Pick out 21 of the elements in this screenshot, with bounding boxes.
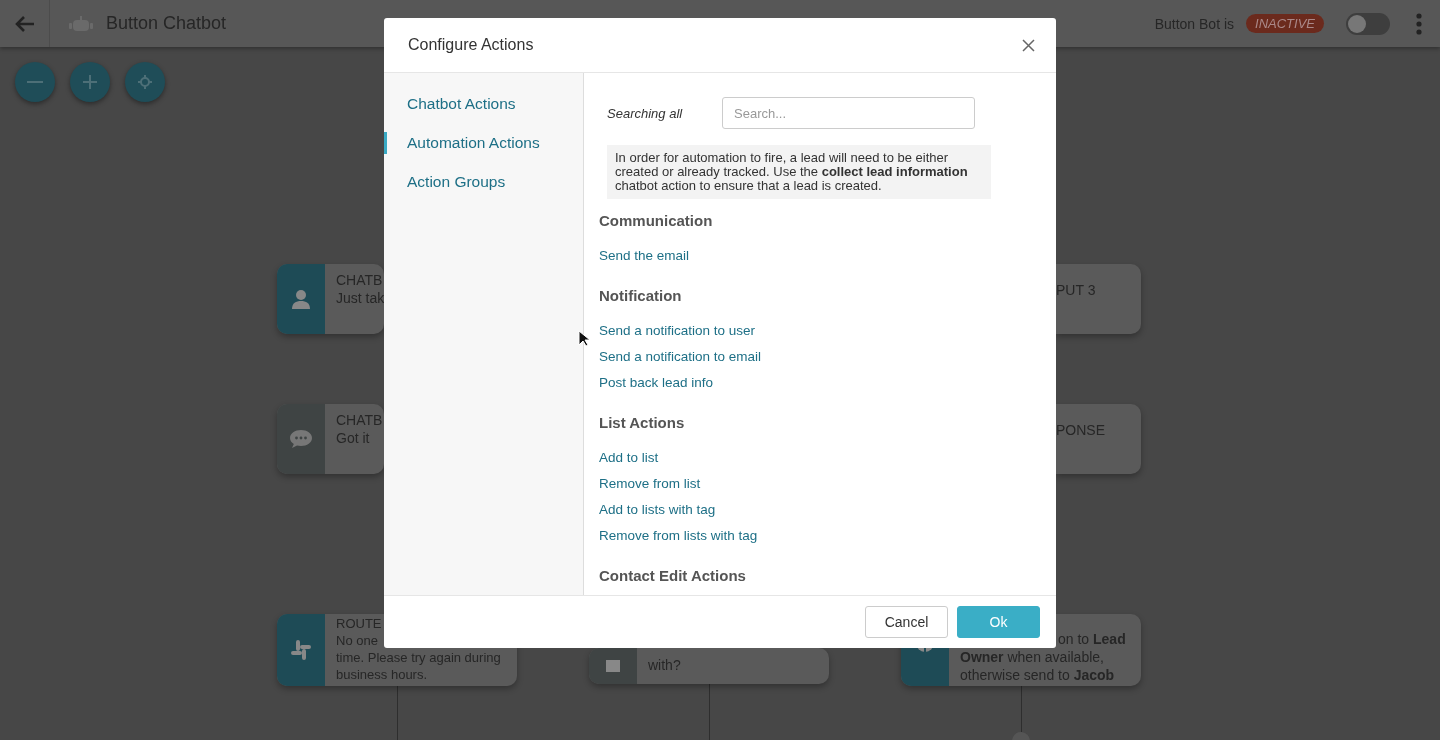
cancel-button[interactable]: Cancel	[865, 606, 948, 638]
section-heading: Communication	[599, 211, 714, 231]
dialog-title: Configure Actions	[408, 36, 534, 54]
action-link[interactable]: Send a notification to user	[599, 318, 756, 344]
search-field[interactable]: Search...	[722, 97, 975, 129]
category-tab[interactable]: Action Groups	[384, 171, 583, 193]
category-tab[interactable]: Chatbot Actions	[384, 93, 583, 115]
action-link[interactable]: Send a notification to email	[599, 344, 762, 370]
action-link[interactable]: Remove from lists with tag	[599, 523, 758, 549]
section-heading: Contact Edit Actions	[599, 566, 747, 586]
info-notice: In order for automation to fire, a lead will need to be either created or already tracked. Use the collect lead information chatbot action to ensure that a lead is created.	[607, 145, 991, 199]
action-link[interactable]: Add to lists with tag	[599, 497, 716, 523]
action-link[interactable]: Remove from list	[599, 471, 701, 497]
section-heading: List Actions	[599, 413, 686, 433]
action-link[interactable]: Send the email	[599, 243, 690, 269]
action-link[interactable]: Post back lead info	[599, 370, 714, 396]
search-label: Searching all	[607, 105, 684, 121]
status-badge: INACTIVE	[1246, 14, 1324, 33]
section-heading: Notification	[599, 286, 683, 306]
category-tab[interactable]: Automation Actions	[384, 132, 583, 154]
action-link[interactable]: Add to list	[599, 445, 659, 471]
